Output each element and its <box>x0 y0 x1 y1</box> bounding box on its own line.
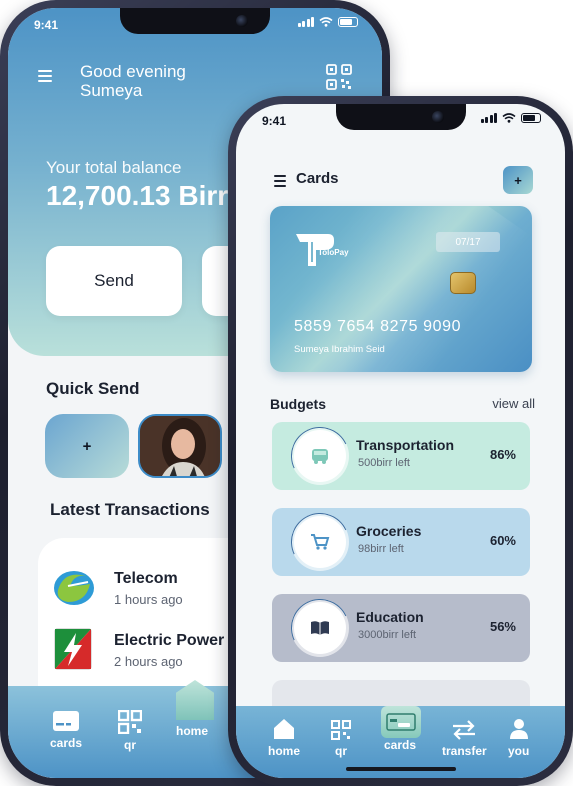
home-icon <box>274 719 294 739</box>
signal-icon <box>480 113 497 123</box>
electric-power-logo-icon <box>54 628 92 670</box>
chip-icon <box>450 272 476 294</box>
nav-qr[interactable]: qr <box>331 720 351 758</box>
status-time: 9:41 <box>34 18 59 32</box>
nav-label: cards <box>50 736 83 750</box>
greeting: Good evening Sumeya <box>80 62 186 100</box>
view-all-link[interactable]: view all <box>492 396 535 411</box>
card-holder: Sumeya Ibrahim Seid <box>294 344 385 355</box>
qr-scan-icon[interactable] <box>326 64 352 90</box>
nav-cards[interactable]: cards <box>50 710 82 750</box>
card-expiry: 07/17 <box>436 232 500 252</box>
transaction-title: Electric Power <box>114 632 225 649</box>
nav-label: cards <box>384 738 417 752</box>
qr-icon <box>118 710 142 734</box>
contact-avatar[interactable] <box>138 414 222 478</box>
nav-label: transfer <box>442 744 487 758</box>
budget-groceries[interactable]: Groceries 98birr left 60% <box>272 508 530 576</box>
qr-icon <box>331 720 351 740</box>
nav-transfer[interactable]: transfer <box>442 720 487 758</box>
greeting-text: Good evening <box>80 62 186 81</box>
bank-card[interactable]: ToloPay 07/17 5859 7654 8275 9090 Sumeya… <box>270 206 532 372</box>
add-card-button[interactable]: + <box>503 166 533 194</box>
budgets-title: Budgets <box>270 396 326 412</box>
home-indicator <box>345 767 456 771</box>
cards-icon[interactable] <box>381 706 421 738</box>
camera <box>431 111 444 123</box>
nav-home[interactable]: home <box>176 724 208 738</box>
budget-percent: 60% <box>489 533 516 548</box>
wifi-icon <box>502 113 516 123</box>
user-icon <box>509 719 528 739</box>
nav-label: qr <box>335 744 347 758</box>
card-icon <box>53 711 80 731</box>
notch <box>335 104 466 130</box>
notch <box>120 8 270 34</box>
nav-qr[interactable]: qr <box>118 710 142 752</box>
budget-name: Education <box>356 609 424 625</box>
book-icon <box>294 602 346 654</box>
bus-icon <box>294 430 346 482</box>
cards-phone: 9:41 Cards + ToloPay 07/17 5859 7654 827… <box>228 96 573 786</box>
budget-percent: 86% <box>489 447 516 462</box>
nav-label: qr <box>124 738 136 752</box>
nav-label: home <box>268 744 301 758</box>
budget-transportation[interactable]: Transportation 500birr left 86% <box>272 422 530 490</box>
card-brand: ToloPay <box>318 248 349 257</box>
nav-home[interactable]: home <box>268 718 300 758</box>
card-number: 5859 7654 8275 9090 <box>294 318 462 335</box>
page-title: Cards <box>296 170 339 187</box>
battery-icon <box>521 113 541 123</box>
budget-name: Groceries <box>356 523 422 539</box>
budget-left: 98birr left <box>358 543 404 555</box>
camera <box>236 15 248 27</box>
battery-icon <box>338 17 358 27</box>
balance-value: 12,700.13 Birr <box>46 180 229 211</box>
add-contact-button[interactable]: + <box>45 414 129 478</box>
latest-transactions-title: Latest Transactions <box>50 500 210 519</box>
transaction-time: 1 hours ago <box>114 592 183 607</box>
budget-left: 3000birr left <box>358 629 417 641</box>
menu-icon[interactable] <box>38 70 52 85</box>
nav-label: you <box>508 744 530 758</box>
transaction-time: 2 hours ago <box>114 654 183 669</box>
nav-cards[interactable]: cards <box>384 738 416 752</box>
telecom-logo-icon <box>54 571 94 605</box>
menu-icon[interactable] <box>274 175 286 190</box>
wifi-icon <box>319 17 333 27</box>
budget-percent: 56% <box>489 619 516 634</box>
transfer-icon <box>453 720 476 740</box>
nav-you[interactable]: you <box>508 718 529 758</box>
cart-icon <box>294 516 346 568</box>
nav-label: home <box>176 724 209 738</box>
user-name: Sumeya <box>80 81 143 100</box>
status-time: 9:41 <box>262 114 287 128</box>
quick-send-title: Quick Send <box>46 379 140 398</box>
signal-icon <box>297 17 314 27</box>
transaction-title: Telecom <box>114 570 178 587</box>
send-button[interactable]: Send <box>46 246 182 316</box>
budget-education[interactable]: Education 3000birr left 56% <box>272 594 530 662</box>
avatar-photo <box>140 416 220 476</box>
budget-left: 500birr left <box>358 457 410 469</box>
cards-screen: 9:41 Cards + ToloPay 07/17 5859 7654 827… <box>236 104 565 778</box>
budget-name: Transportation <box>356 437 455 453</box>
balance-label: Your total balance <box>46 158 182 177</box>
